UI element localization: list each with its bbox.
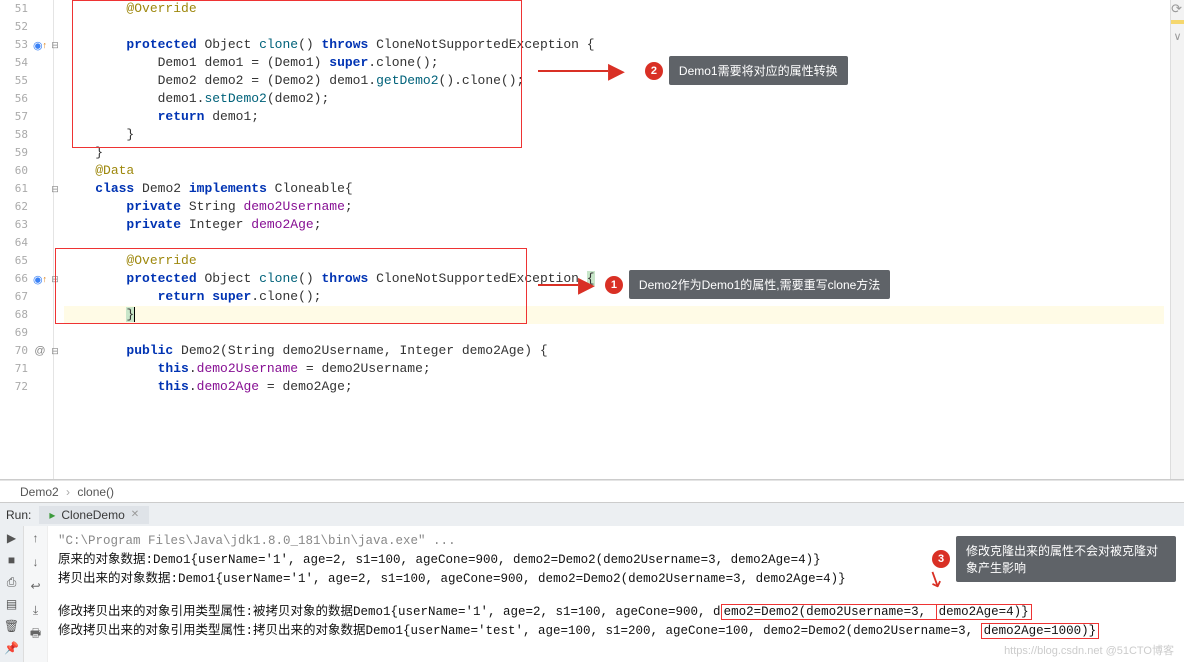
callout-text: Demo2作为Demo1的属性,需要重写clone方法 (629, 270, 890, 299)
crumb-method[interactable]: clone() (77, 485, 114, 499)
layout-icon[interactable]: ▤ (4, 596, 20, 612)
close-icon[interactable]: ✕ (131, 509, 139, 520)
line-number: 52 (0, 18, 28, 36)
recursion-gutter-icon[interactable]: @ (30, 342, 50, 360)
line-number: 69 (0, 324, 28, 342)
line-number: 58 (0, 126, 28, 144)
line-gutter: 51 52 53 ◉↑ 54 55 56 57 58 59 60 61 62 6… (0, 0, 54, 479)
line-number: 64 (0, 234, 28, 252)
run-toolbar: Run: ▸ CloneDemo ✕ (0, 502, 1184, 526)
line-number: 72 (0, 378, 28, 396)
override-gutter-icon[interactable]: ◉↑ (30, 36, 50, 54)
line-number: 63 (0, 216, 28, 234)
line-number: 57 (0, 108, 28, 126)
run-side-tools: ▶ ■ ⎙ ▤ 🗑 📌 (0, 526, 24, 662)
callout-text: Demo1需要将对应的属性转换 (669, 56, 848, 85)
trash-icon[interactable]: 🗑 (4, 618, 20, 634)
fold-toggle[interactable]: ⊟ (50, 36, 60, 54)
run-panel: ▶ ■ ⎙ ▤ 🗑 📌 ↑ ↓ ↩ ⤓ 🖶 "C:\Program Files\… (0, 526, 1184, 662)
line-number: 59 (0, 144, 28, 162)
fold-toggle[interactable]: ⊟ (50, 270, 60, 288)
callout-1: ▶ 1 Demo2作为Demo1的属性,需要重写clone方法 (538, 270, 890, 299)
watermark-text: https://blog.csdn.net @51CTO博客 (1004, 642, 1174, 658)
line-number: 61 (0, 180, 28, 198)
line-number: 55 (0, 72, 28, 90)
override-gutter-icon[interactable]: ◉↑ (30, 270, 50, 288)
line-number: 66 (0, 270, 28, 288)
callout-text: 修改克隆出来的属性不会对被克隆对象产生影响 (956, 536, 1176, 582)
line-number: 56 (0, 90, 28, 108)
breadcrumb[interactable]: Demo2 › clone() (0, 480, 1184, 502)
editor-right-scroll[interactable]: ∨ (1170, 0, 1184, 479)
line-number: 65 (0, 252, 28, 270)
line-number: 70 (0, 342, 28, 360)
stop-button[interactable]: ■ (4, 552, 20, 568)
code-editor-pane: 51 52 53 ◉↑ 54 55 56 57 58 59 60 61 62 6… (0, 0, 1184, 480)
line-number: 67 (0, 288, 28, 306)
console-line: "C:\Program Files\Java\jdk1.8.0_181\bin\… (58, 534, 456, 548)
rerun-button[interactable]: ▶ (4, 530, 20, 546)
camera-icon[interactable]: ⎙ (4, 574, 20, 590)
run-tab[interactable]: ▸ CloneDemo ✕ (39, 506, 149, 524)
callout-2: ▶ 2 Demo1需要将对应的属性转换 (538, 56, 848, 85)
console-line: 修改拷贝出来的对象引用类型属性:被拷贝对象的数据Demo1{userName='… (58, 603, 1174, 622)
line-number: 60 (0, 162, 28, 180)
line-number: 54 (0, 54, 28, 72)
up-icon[interactable]: ↑ (28, 530, 44, 546)
line-number: 53 (0, 36, 28, 54)
crumb-class[interactable]: Demo2 (20, 485, 59, 499)
run-label: Run: (6, 508, 31, 522)
line-number: 62 (0, 198, 28, 216)
badge-2: 2 (645, 62, 663, 80)
line-number: 71 (0, 360, 28, 378)
badge-1: 1 (605, 276, 623, 294)
settings-icon[interactable]: ⟳ (1171, 1, 1182, 17)
down-icon[interactable]: ↓ (28, 554, 44, 570)
callout-3: 3 修改克隆出来的属性不会对被克隆对象产生影响 (932, 536, 1176, 582)
console-line: 修改拷贝出来的对象引用类型属性:拷贝出来的对象数据Demo1{userName=… (58, 622, 1174, 641)
print-icon[interactable]: 🖶 (28, 626, 44, 642)
fold-toggle[interactable]: ⊟ (50, 180, 60, 198)
console-sub-tools: ↑ ↓ ↩ ⤓ 🖶 (24, 526, 48, 662)
line-number: 68 (0, 306, 28, 324)
pin-icon[interactable]: 📌 (4, 640, 20, 656)
line-number: 51 (0, 0, 28, 18)
wrap-icon[interactable]: ↩ (28, 578, 44, 594)
fold-toggle[interactable]: ⊟ (50, 342, 60, 360)
scroll-icon[interactable]: ⤓ (28, 602, 44, 618)
